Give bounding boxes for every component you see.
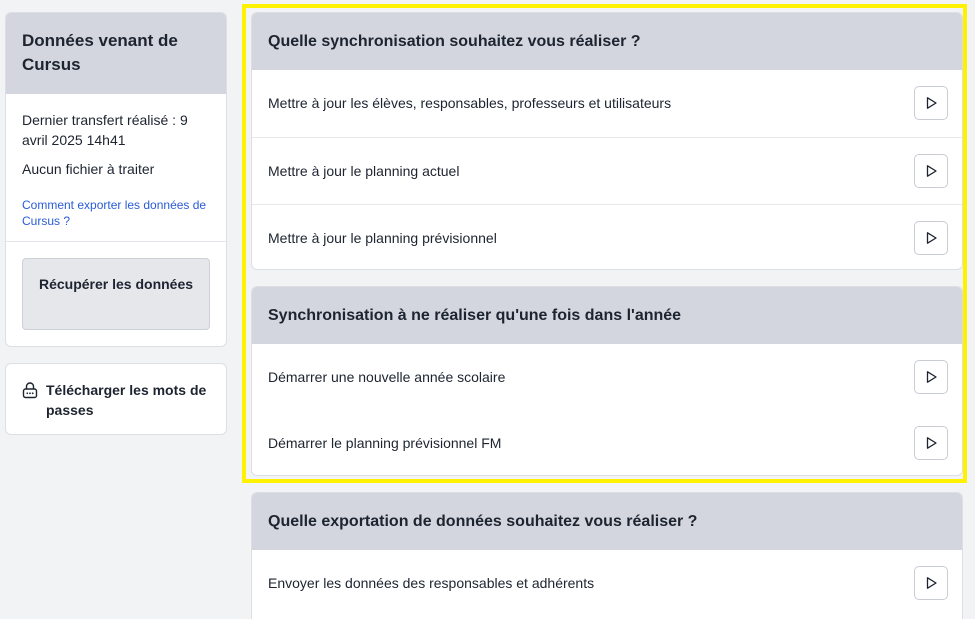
last-transfer-text: Dernier transfert réalisé : 9 avril 2025… — [22, 112, 188, 148]
export-row-label: Envoyer les données des responsables et … — [268, 575, 595, 591]
play-icon — [926, 165, 937, 177]
fm-forecast-play-button[interactable] — [914, 426, 948, 460]
fetch-data-button[interactable]: Récupérer les données — [22, 258, 210, 330]
sync-section-title: Quelle synchronisation souhaitez vous ré… — [252, 13, 962, 70]
help-export-link[interactable]: Comment exporter les données de Cursus ? — [22, 197, 210, 229]
sync-row-update-people: Mettre à jour les élèves, responsables, … — [252, 70, 962, 137]
sync-update-people-play-button[interactable] — [914, 86, 948, 120]
export-section: Quelle exportation de données souhaitez … — [251, 492, 963, 619]
sync-row-label: Mettre à jour les élèves, responsables, … — [268, 95, 672, 111]
yearly-row-label: Démarrer une nouvelle année scolaire — [268, 369, 506, 385]
yearly-row-label: Démarrer le planning prévisionnel FM — [268, 435, 502, 451]
new-school-year-play-button[interactable] — [914, 360, 948, 394]
play-icon — [926, 437, 937, 449]
cursus-card: Données venant de Cursus Dernier transfe… — [5, 12, 227, 347]
cursus-card-title: Données venant de Cursus — [6, 13, 226, 94]
play-icon — [926, 232, 937, 244]
sync-section: Quelle synchronisation souhaitez vous ré… — [251, 12, 963, 270]
cursus-card-body: Dernier transfert réalisé : 9 avril 2025… — [6, 94, 226, 242]
export-section-title: Quelle exportation de données souhaitez … — [252, 493, 962, 550]
download-passwords-label: Télécharger les mots de passes — [46, 382, 207, 418]
lock-icon — [21, 381, 39, 399]
yearly-row-fm-forecast: Démarrer le planning prévisionnel FM — [252, 410, 962, 475]
sync-forecast-planning-play-button[interactable] — [914, 221, 948, 255]
play-icon — [926, 577, 937, 589]
yearly-sync-section: Synchronisation à ne réaliser qu'une foi… — [251, 286, 963, 476]
yearly-row-new-school-year: Démarrer une nouvelle année scolaire — [252, 344, 962, 410]
sync-current-planning-play-button[interactable] — [914, 154, 948, 188]
sync-row-forecast-planning: Mettre à jour le planning prévisionnel — [252, 204, 962, 269]
sync-row-label: Mettre à jour le planning prévisionnel — [268, 230, 497, 246]
yearly-sync-section-title: Synchronisation à ne réaliser qu'une foi… — [252, 287, 962, 344]
play-icon — [926, 97, 937, 109]
sync-row-label: Mettre à jour le planning actuel — [268, 163, 460, 179]
sync-row-current-planning: Mettre à jour le planning actuel — [252, 137, 962, 204]
play-icon — [926, 371, 937, 383]
download-passwords-button[interactable]: Télécharger les mots de passes — [5, 363, 227, 435]
export-row-responsables: Envoyer les données des responsables et … — [252, 550, 962, 617]
no-file-text: Aucun fichier à traiter — [22, 161, 155, 177]
export-responsables-play-button[interactable] — [914, 566, 948, 600]
